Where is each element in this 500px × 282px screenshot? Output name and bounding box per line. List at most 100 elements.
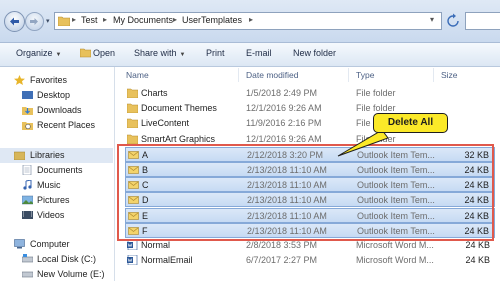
folder-icon <box>127 119 138 129</box>
file-type: Microsoft Word M... <box>356 255 434 266</box>
nav-documents[interactable]: Documents <box>0 163 113 178</box>
column-header-type[interactable]: Type <box>356 70 374 80</box>
organize-label: Organize <box>16 48 53 58</box>
music-icon <box>23 180 32 190</box>
drive-icon <box>22 254 33 263</box>
desktop-icon <box>22 91 33 99</box>
pictures-icon <box>22 195 33 205</box>
file-type: File folder <box>356 103 396 114</box>
organize-menu[interactable]: Organize ▼ <box>16 48 61 58</box>
nav-videos-label: Videos <box>37 210 65 220</box>
file-size: 24 KB <box>465 240 490 250</box>
folder-icon <box>127 103 138 114</box>
refresh-icon <box>447 13 459 27</box>
breadcrumb-separator-icon: ▸ <box>249 15 254 24</box>
address-bar-area: ▾ ▸ Test ▸ My Documents ▸ UserTemplates … <box>0 0 500 43</box>
nav-desktop[interactable]: Desktop <box>0 88 113 103</box>
recent-pages-dropdown-icon[interactable]: ▾ <box>46 17 52 25</box>
star-icon <box>14 75 25 85</box>
downloads-icon <box>22 107 33 115</box>
file-name: NormalEmail <box>141 255 193 266</box>
column-header-date-modified[interactable]: Date modified <box>246 70 298 80</box>
navigation-pane: Favorites Desktop Downloads Recent Place… <box>0 67 115 281</box>
delete-all-callout: Delete All <box>373 113 448 133</box>
file-type: File folder <box>356 88 396 98</box>
chevron-down-icon: ▼ <box>179 52 186 58</box>
open-button[interactable]: Open <box>93 48 115 58</box>
command-toolbar: Organize ▼ Open Share with ▼ Print E-mail … <box>0 43 500 67</box>
file-date: 11/9/2016 2:16 PM <box>246 118 322 129</box>
file-name: LiveContent <box>141 118 190 129</box>
file-size: 24 KB <box>465 255 490 266</box>
nav-videos[interactable]: Videos <box>0 208 113 223</box>
file-date: 6/7/2017 2:27 PM <box>246 255 318 266</box>
back-button[interactable] <box>4 11 25 32</box>
recent-places-icon <box>22 122 33 130</box>
nav-local-disk-label: Local Disk (C:) <box>37 254 97 264</box>
breadcrumb-separator-icon: ▸ <box>72 15 77 24</box>
folder-icon <box>127 134 138 144</box>
chevron-down-icon: ▼ <box>55 52 62 58</box>
back-arrow-icon <box>10 17 19 26</box>
file-date: 1/5/2018 2:49 PM <box>246 88 318 98</box>
forward-button[interactable] <box>25 12 44 31</box>
folder-icon <box>58 16 70 26</box>
nav-pictures-label: Pictures <box>37 195 70 205</box>
nav-recent-places-label: Recent Places <box>37 120 96 130</box>
nav-documents-label: Documents <box>37 165 83 175</box>
column-divider[interactable] <box>348 68 349 82</box>
nav-favorites[interactable]: Favorites <box>0 73 113 88</box>
nav-computer[interactable]: Computer <box>0 237 113 252</box>
highlight-box <box>117 144 494 241</box>
column-divider[interactable] <box>238 68 239 82</box>
share-with-menu[interactable]: Share with ▼ <box>134 48 185 58</box>
file-date: 12/1/2016 9:26 AM <box>246 103 322 114</box>
word-document-icon <box>127 255 138 266</box>
email-button[interactable]: E-mail <box>246 48 272 58</box>
nav-music-label: Music <box>37 180 61 190</box>
new-folder-button[interactable]: New folder <box>293 48 336 58</box>
file-row[interactable]: Charts 1/5/2018 2:49 PM File folder <box>125 86 495 101</box>
file-date: 12/1/2016 9:26 AM <box>246 133 322 144</box>
nav-libraries-label: Libraries <box>30 150 65 160</box>
nav-new-volume-label: New Volume (E:) <box>37 269 105 279</box>
breadcrumb-separator-icon: ▸ <box>103 15 108 24</box>
file-date: 2/8/2018 3:53 PM <box>246 240 318 250</box>
nav-pictures[interactable]: Pictures <box>0 193 113 208</box>
nav-local-disk[interactable]: Local Disk (C:) <box>0 252 113 267</box>
search-input[interactable] <box>465 12 500 30</box>
nav-music[interactable]: Music <box>0 178 113 193</box>
nav-computer-label: Computer <box>30 239 70 249</box>
share-with-label: Share with <box>134 48 177 58</box>
file-name: SmartArt Graphics <box>141 133 216 144</box>
file-row[interactable]: NormalEmail 6/7/2017 2:27 PM Microsoft Wor… <box>125 253 495 268</box>
address-dropdown-icon[interactable]: ▾ <box>430 15 434 24</box>
print-button[interactable]: Print <box>206 48 225 58</box>
breadcrumb-separator-icon: ▸ <box>173 15 178 24</box>
word-document-icon <box>127 240 138 250</box>
nav-recent-places[interactable]: Recent Places <box>0 118 113 133</box>
nav-desktop-label: Desktop <box>37 90 71 100</box>
breadcrumb-my-documents[interactable]: My Documents <box>113 15 173 25</box>
folder-icon <box>127 88 138 98</box>
nav-new-volume[interactable]: New Volume (E:) <box>0 267 113 282</box>
column-header-name[interactable]: Name <box>126 70 149 80</box>
libraries-icon <box>14 151 25 160</box>
open-icon <box>80 47 91 58</box>
file-name: Document Themes <box>141 103 217 114</box>
documents-icon <box>22 165 32 175</box>
address-box[interactable]: ▸ Test ▸ My Documents ▸ UserTemplates ▸ … <box>54 12 442 30</box>
forward-arrow-icon <box>30 18 38 25</box>
nav-downloads-label: Downloads <box>37 105 82 115</box>
computer-icon <box>14 239 25 249</box>
refresh-button[interactable] <box>444 12 462 30</box>
videos-icon <box>22 211 33 219</box>
file-name: Charts <box>141 88 168 98</box>
column-header-size[interactable]: Size <box>441 70 458 80</box>
breadcrumb-usertemplates[interactable]: UserTemplates <box>182 15 242 25</box>
file-name: Normal <box>141 240 171 250</box>
column-divider[interactable] <box>433 68 434 82</box>
breadcrumb-test[interactable]: Test <box>81 15 98 25</box>
nav-libraries[interactable]: Libraries <box>0 148 113 163</box>
nav-downloads[interactable]: Downloads <box>0 103 113 118</box>
